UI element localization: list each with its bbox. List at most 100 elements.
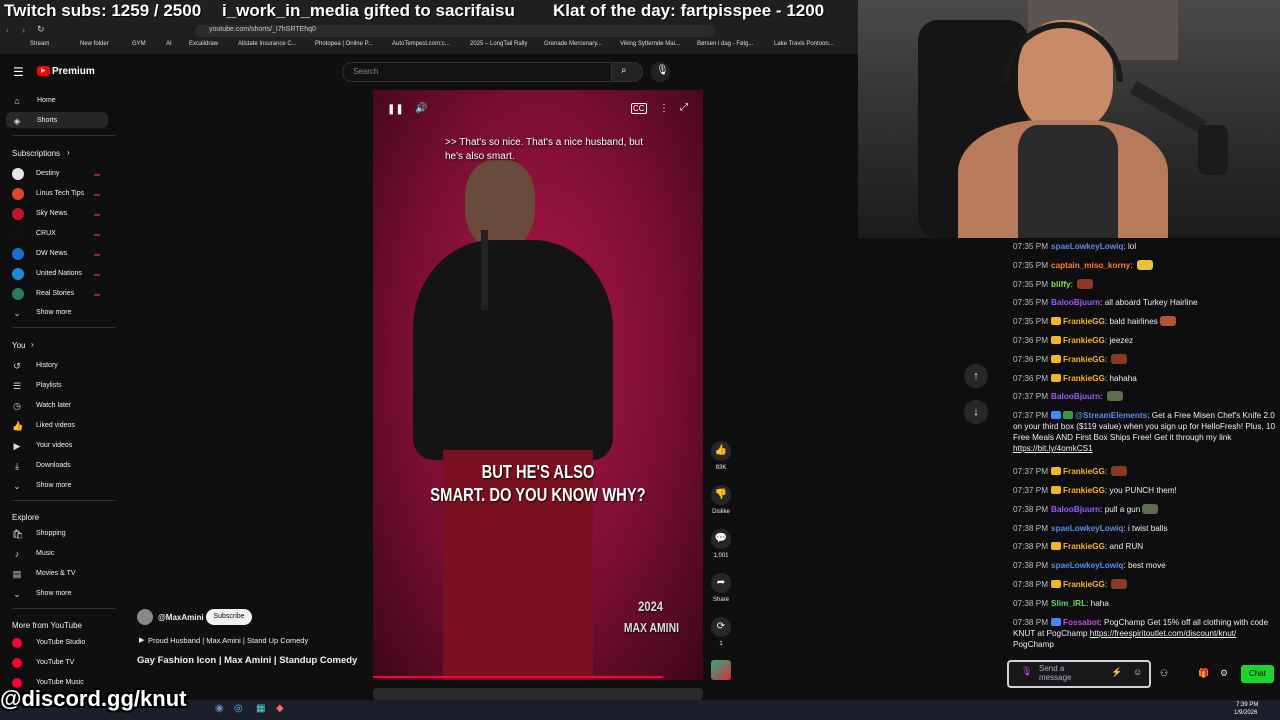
- you-item-2[interactable]: Watch later: [36, 402, 71, 409]
- channel-points-icon[interactable]: ⚡: [1111, 667, 1122, 678]
- subscription-6[interactable]: Real Stories: [36, 290, 74, 297]
- search-input[interactable]: Search: [342, 62, 612, 82]
- more-item-1[interactable]: YouTube TV: [36, 659, 74, 666]
- subscription-2[interactable]: Sky News: [36, 210, 67, 217]
- like-icon[interactable]: 👍: [711, 441, 731, 461]
- search-button[interactable]: ⌕: [611, 62, 643, 82]
- chat-username[interactable]: BalooBjuurn: [1051, 298, 1100, 307]
- bookmark-2[interactable]: GYM: [132, 41, 146, 47]
- youtube-logo-text[interactable]: Premium: [52, 66, 95, 77]
- bookmark-0[interactable]: Stream: [30, 41, 49, 47]
- back-icon[interactable]: ‹: [6, 25, 9, 35]
- bookmark-12[interactable]: Lake Travis Pontoon...: [774, 41, 834, 47]
- short-video-player[interactable]: ❚❚ 🔊 CC ⋮ ⤢ >> That's so nice. That's a …: [373, 90, 703, 680]
- chat-link[interactable]: https://bit.ly/4omkCS1: [1013, 444, 1093, 453]
- bookmark-3[interactable]: AI: [166, 41, 172, 47]
- next-short-preview[interactable]: [373, 688, 703, 700]
- fullscreen-icon[interactable]: ⤢: [680, 102, 688, 113]
- pause-icon[interactable]: ❚❚: [387, 104, 404, 115]
- bookmark-6[interactable]: Photopea | Online P...: [315, 41, 373, 47]
- forward-icon[interactable]: ›: [22, 25, 25, 35]
- more-item-2[interactable]: YouTube Music: [36, 679, 84, 686]
- channel-avatar[interactable]: [137, 609, 153, 625]
- voice-search-button[interactable]: 🎙: [650, 62, 670, 82]
- chat-username[interactable]: Slim_IRL: [1051, 599, 1086, 608]
- explore-show-more[interactable]: Show more: [36, 590, 71, 597]
- bookmark-11[interactable]: Børsen i dag - Følg...: [697, 41, 753, 47]
- subscription-3[interactable]: CRUX: [36, 230, 56, 237]
- you-show-more[interactable]: Show more: [36, 482, 71, 489]
- bits-icon[interactable]: 🎙: [1021, 666, 1032, 677]
- chat-send-button[interactable]: Chat: [1241, 665, 1274, 683]
- explore-item-2[interactable]: Movies & TV: [36, 570, 76, 577]
- chat-username[interactable]: captain_miso_korny: [1051, 261, 1130, 270]
- more-options-icon[interactable]: ⋮: [659, 103, 669, 114]
- comments-icon[interactable]: 💬: [711, 529, 731, 549]
- chat-link[interactable]: https://freespiritoutlet.com/discount/kn…: [1090, 629, 1237, 638]
- you-item-0[interactable]: History: [36, 362, 58, 369]
- chat-username[interactable]: spaeLowkeyLowiq: [1051, 242, 1123, 251]
- progress-bar[interactable]: [373, 676, 663, 678]
- discord-taskbar-icon[interactable]: ◉: [215, 703, 224, 714]
- bookmark-5[interactable]: Allstate Insurance C...: [238, 41, 297, 47]
- short-title[interactable]: Gay Fashion Icon | Max Amini | Standup C…: [137, 655, 357, 666]
- chat-settings-icon[interactable]: ⚙: [1220, 668, 1228, 679]
- previous-short-icon[interactable]: ↑: [964, 364, 988, 388]
- you-item-5[interactable]: Downloads: [36, 462, 71, 469]
- sidebar-item-home[interactable]: Home: [37, 97, 56, 104]
- gift-icon[interactable]: 🎁: [1198, 668, 1209, 679]
- chat-username[interactable]: @StreamElements: [1075, 411, 1147, 420]
- subscription-4[interactable]: DW News: [36, 250, 67, 257]
- chat-username[interactable]: Fossabot: [1063, 618, 1099, 627]
- you-item-1[interactable]: Playlists: [36, 382, 62, 389]
- subscriptions-show-more[interactable]: Show more: [36, 309, 71, 316]
- sidebar-item-shorts[interactable]: Shorts: [37, 117, 57, 124]
- next-short-icon[interactable]: ↓: [964, 400, 988, 424]
- bookmark-4[interactable]: Excalidraw: [189, 41, 218, 47]
- chat-username[interactable]: FrankieGG: [1063, 580, 1105, 589]
- you-item-3[interactable]: Liked videos: [36, 422, 75, 429]
- chat-username[interactable]: spaeLowkeyLowiq: [1051, 524, 1123, 533]
- reload-icon[interactable]: ↻: [37, 24, 45, 35]
- emote-picker-icon[interactable]: ☺: [1133, 667, 1142, 677]
- bookmark-7[interactable]: AutoTempest.com:c...: [392, 41, 450, 47]
- bookmark-9[interactable]: Grenade Mercenary...: [544, 41, 602, 47]
- files-taskbar-icon[interactable]: ▦: [256, 703, 265, 714]
- channel-name[interactable]: @MaxAmini: [158, 613, 204, 622]
- chat-username[interactable]: FrankieGG: [1063, 467, 1105, 476]
- playlist-link[interactable]: Proud Husband | Max Amini | Stand Up Com…: [148, 636, 308, 645]
- chat-users-icon[interactable]: ⚇: [1160, 668, 1168, 679]
- chat-input[interactable]: 🎙 Send a message ⚡ ☺: [1007, 660, 1151, 688]
- chrome-taskbar-icon[interactable]: ◎: [234, 703, 243, 714]
- subscribe-button[interactable]: Subscribe: [206, 609, 252, 625]
- subscription-5[interactable]: United Nations: [36, 270, 82, 277]
- explore-item-1[interactable]: Music: [36, 550, 54, 557]
- chat-username[interactable]: FrankieGG: [1063, 374, 1105, 383]
- chat-username[interactable]: FrankieGG: [1063, 317, 1105, 326]
- menu-icon[interactable]: ☰: [13, 65, 24, 79]
- explore-item-0[interactable]: Shopping: [36, 530, 66, 537]
- obs-taskbar-icon[interactable]: ◆: [276, 703, 284, 714]
- chat-username[interactable]: FrankieGG: [1063, 355, 1105, 364]
- chat-username[interactable]: BalooBjuurn: [1051, 392, 1100, 401]
- chat-username[interactable]: spaeLowkeyLowiq: [1051, 561, 1123, 570]
- share-icon[interactable]: ➦: [711, 573, 731, 593]
- dislike-icon[interactable]: 👎: [711, 485, 731, 505]
- chat-username[interactable]: bliffy: [1051, 280, 1071, 289]
- chat-username[interactable]: FrankieGG: [1063, 486, 1105, 495]
- captions-icon[interactable]: CC: [631, 103, 647, 114]
- chat-username[interactable]: FrankieGG: [1063, 542, 1105, 551]
- more-item-0[interactable]: YouTube Studio: [36, 639, 85, 646]
- url-field[interactable]: youtube.com/shorts/_I7hSRTEhq0: [195, 25, 715, 37]
- you-item-4[interactable]: Your videos: [36, 442, 72, 449]
- volume-icon[interactable]: 🔊: [415, 103, 427, 114]
- remix-icon[interactable]: ⟳: [711, 617, 731, 637]
- subscription-0[interactable]: Destiny: [36, 170, 59, 177]
- bookmark-10[interactable]: Viking Sytternde Mai...: [620, 41, 680, 47]
- sound-thumbnail[interactable]: [711, 660, 731, 680]
- you-heading[interactable]: You: [12, 341, 26, 350]
- bookmark-1[interactable]: New folder: [80, 41, 109, 47]
- bookmark-8[interactable]: 2025 – LongTail Rally: [470, 41, 527, 47]
- subscriptions-heading[interactable]: Subscriptions: [12, 149, 60, 158]
- chat-username[interactable]: BalooBjuurn: [1051, 505, 1100, 514]
